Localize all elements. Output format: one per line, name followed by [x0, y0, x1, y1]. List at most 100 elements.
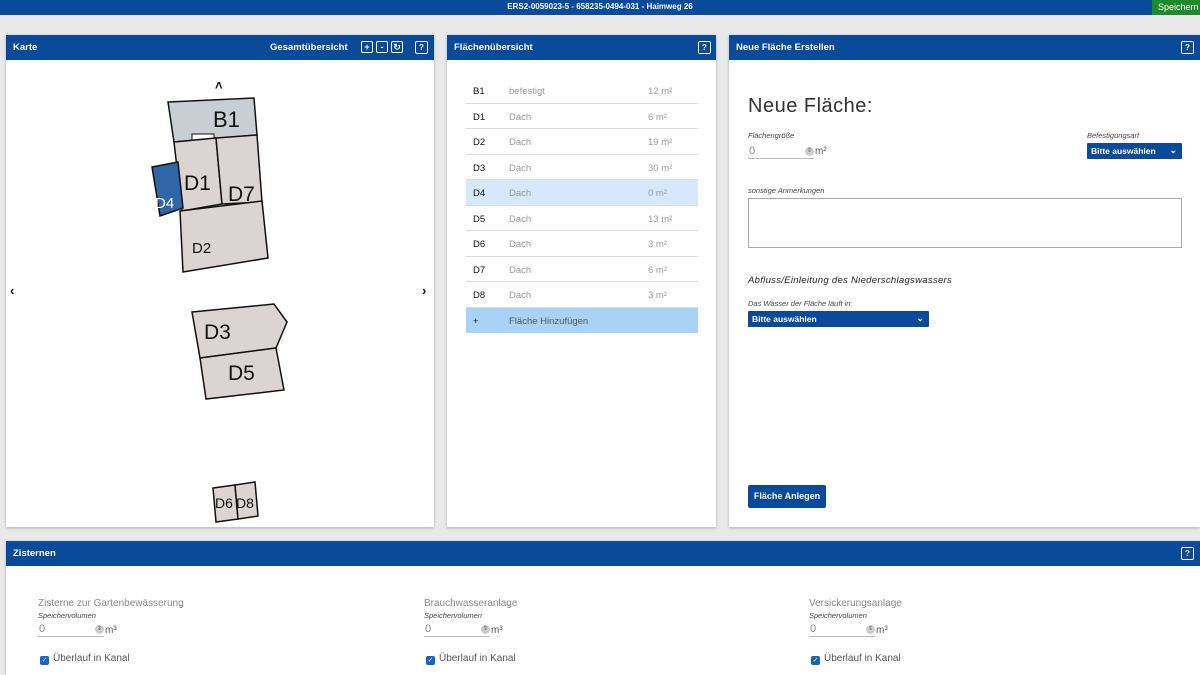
areas-table: B1 befestigt 12 m² D1 Dach 6 m² D2 Dach 19 m² …: [466, 78, 698, 333]
table-row[interactable]: D6 Dach 3 m²: [466, 231, 698, 257]
label-d6: D6: [215, 495, 233, 511]
table-row[interactable]: D2 Dach 19 m²: [466, 129, 698, 155]
cisterns-panel: Zisternen ? Zisterne zur Gartenbewässeru…: [6, 541, 1200, 675]
pan-down-icon[interactable]: ˅: [215, 525, 223, 527]
area-id: D8: [473, 290, 486, 301]
table-row[interactable]: D8 Dach 3 m²: [466, 282, 698, 308]
label-d1: D1: [184, 172, 211, 195]
label-b1: B1: [213, 107, 240, 132]
cistern-title: Versickerungsanlage: [809, 598, 902, 609]
area-size: 3 m²: [648, 239, 667, 250]
area-id: D2: [473, 137, 486, 148]
table-row[interactable]: D1 Dach 6 m²: [466, 104, 698, 129]
checkbox-checked-icon[interactable]: ✓: [811, 656, 820, 665]
area-type: Dach: [509, 188, 532, 199]
new-area-panel-header: Neue Fläche Erstellen ?: [729, 35, 1200, 60]
befestigung-value: Bitte auswählen: [1091, 146, 1156, 156]
volume-input[interactable]: 0 ⇕: [424, 623, 490, 637]
notes-textarea[interactable]: [748, 198, 1182, 248]
save-button[interactable]: Speichern: [1152, 0, 1200, 15]
checkbox-checked-icon[interactable]: ✓: [426, 656, 435, 665]
areas-panel-title: Flächenübersicht: [454, 42, 533, 53]
areas-help-icon[interactable]: ?: [698, 41, 711, 54]
area-id: D7: [473, 264, 486, 276]
pan-up-icon[interactable]: ˄: [215, 78, 223, 93]
stepper-icon[interactable]: ⇕: [866, 625, 875, 634]
cisterns-help-icon[interactable]: ?: [1181, 547, 1194, 560]
wasser-select[interactable]: Bitte auswählen ⌄: [748, 311, 929, 327]
volume-input[interactable]: 0 ⇕: [38, 623, 104, 637]
volume-input[interactable]: 0 ⇕: [809, 623, 875, 637]
area-size: 6 m²: [648, 264, 667, 276]
befestigung-select[interactable]: Bitte auswählen ⌄: [1087, 143, 1182, 159]
area-id: D1: [473, 111, 486, 123]
area-type: Dach: [509, 162, 532, 174]
volume-label: Speichervolumen: [809, 611, 867, 620]
add-area-button[interactable]: + Fläche Hinzufügen: [466, 307, 698, 333]
table-row-selected[interactable]: D4 Dach 0 m²: [466, 180, 698, 206]
area-type: Dach: [509, 264, 532, 276]
area-type: Dach: [509, 239, 532, 250]
overflow-checkbox[interactable]: ✓ Überlauf in Kanal: [40, 653, 130, 665]
area-id: D3: [473, 162, 486, 174]
pan-left-icon[interactable]: ‹: [10, 283, 14, 298]
create-area-button[interactable]: Fläche Anlegen: [748, 485, 826, 508]
chevron-down-icon: ⌄: [916, 313, 924, 323]
label-d3: D3: [204, 321, 231, 344]
map-drawing[interactable]: B1 D1 D7 D4 D2 D3 D5 D6 D8: [6, 60, 434, 527]
new-area-panel: Neue Fläche Erstellen ? Neue Fläche: Flä…: [729, 35, 1200, 527]
overflow-checkbox[interactable]: ✓ Überlauf in Kanal: [811, 653, 901, 665]
zoom-out-button[interactable]: -: [376, 41, 388, 53]
new-area-panel-title: Neue Fläche Erstellen: [736, 42, 835, 53]
notes-label: sonstige Anmerkungen: [748, 186, 825, 195]
add-area-label: Fläche Hinzufügen: [509, 315, 589, 327]
area-size: 6 m²: [648, 111, 667, 123]
abfluss-heading: Abfluss/Einleitung des Niederschlagswass…: [748, 275, 953, 286]
table-row[interactable]: D3 Dach 30 m²: [466, 155, 698, 180]
table-row[interactable]: D7 Dach 6 m²: [466, 257, 698, 282]
area-id: B1: [473, 86, 485, 97]
table-row[interactable]: D5 Dach 13 m²: [466, 206, 698, 231]
overflow-label: Überlauf in Kanal: [53, 653, 130, 664]
wasser-value: Bitte auswählen: [752, 314, 817, 324]
area-size: 13 m²: [648, 213, 673, 225]
checkbox-checked-icon[interactable]: ✓: [40, 656, 49, 665]
area-size: 3 m²: [648, 290, 667, 301]
area-size: 12 m²: [648, 86, 673, 97]
label-d2: D2: [192, 240, 211, 257]
zoom-in-button[interactable]: +: [361, 41, 373, 53]
volume-unit: m³: [876, 625, 888, 636]
reset-view-button[interactable]: ↻: [391, 41, 403, 53]
areas-panel-header: Flächenübersicht ?: [447, 35, 716, 60]
befestigung-label: Befestigungsart: [1087, 131, 1140, 140]
area-type: Dach: [509, 213, 532, 225]
area-type: Dach: [509, 111, 532, 123]
map-help-icon[interactable]: ?: [415, 41, 428, 54]
chevron-down-icon: ⌄: [1169, 145, 1177, 155]
table-row[interactable]: B1 befestigt 12 m²: [466, 78, 698, 104]
map-canvas[interactable]: B1 D1 D7 D4 D2 D3 D5 D6 D8 ˄ ‹ › ˅: [6, 60, 434, 527]
map-panel-title: Karte: [13, 42, 38, 53]
top-bar: ERS2-0059023-5 - 658235-0494-031 - Haimw…: [0, 0, 1200, 15]
label-d8: D8: [236, 495, 254, 511]
cisterns-panel-title: Zisternen: [13, 548, 56, 559]
areas-overview-panel: Flächenübersicht ? B1 befestigt 12 m² D1 Da…: [447, 35, 716, 527]
stepper-icon[interactable]: ⇕: [95, 625, 104, 634]
new-area-help-icon[interactable]: ?: [1181, 41, 1194, 54]
volume-unit: m³: [491, 625, 503, 636]
volume-value: 0: [810, 623, 817, 635]
size-input[interactable]: 0 ⇕: [748, 145, 814, 159]
area-d2: [179, 200, 269, 273]
area-type: Dach: [509, 137, 532, 148]
cistern-title: Zisterne zur Gartenbewässerung: [38, 598, 184, 609]
overflow-checkbox[interactable]: ✓ Überlauf in Kanal: [426, 653, 516, 665]
stepper-icon[interactable]: ⇕: [805, 147, 814, 156]
label-d5: D5: [228, 362, 255, 385]
label-d4: D4: [155, 195, 174, 212]
pan-right-icon[interactable]: ›: [422, 283, 426, 298]
volume-label: Speichervolumen: [38, 611, 96, 620]
area-id: D5: [473, 213, 486, 225]
stepper-icon[interactable]: ⇕: [481, 625, 490, 634]
area-size: 0 m²: [648, 188, 667, 199]
overview-button[interactable]: Gesamtübersicht: [270, 42, 348, 53]
